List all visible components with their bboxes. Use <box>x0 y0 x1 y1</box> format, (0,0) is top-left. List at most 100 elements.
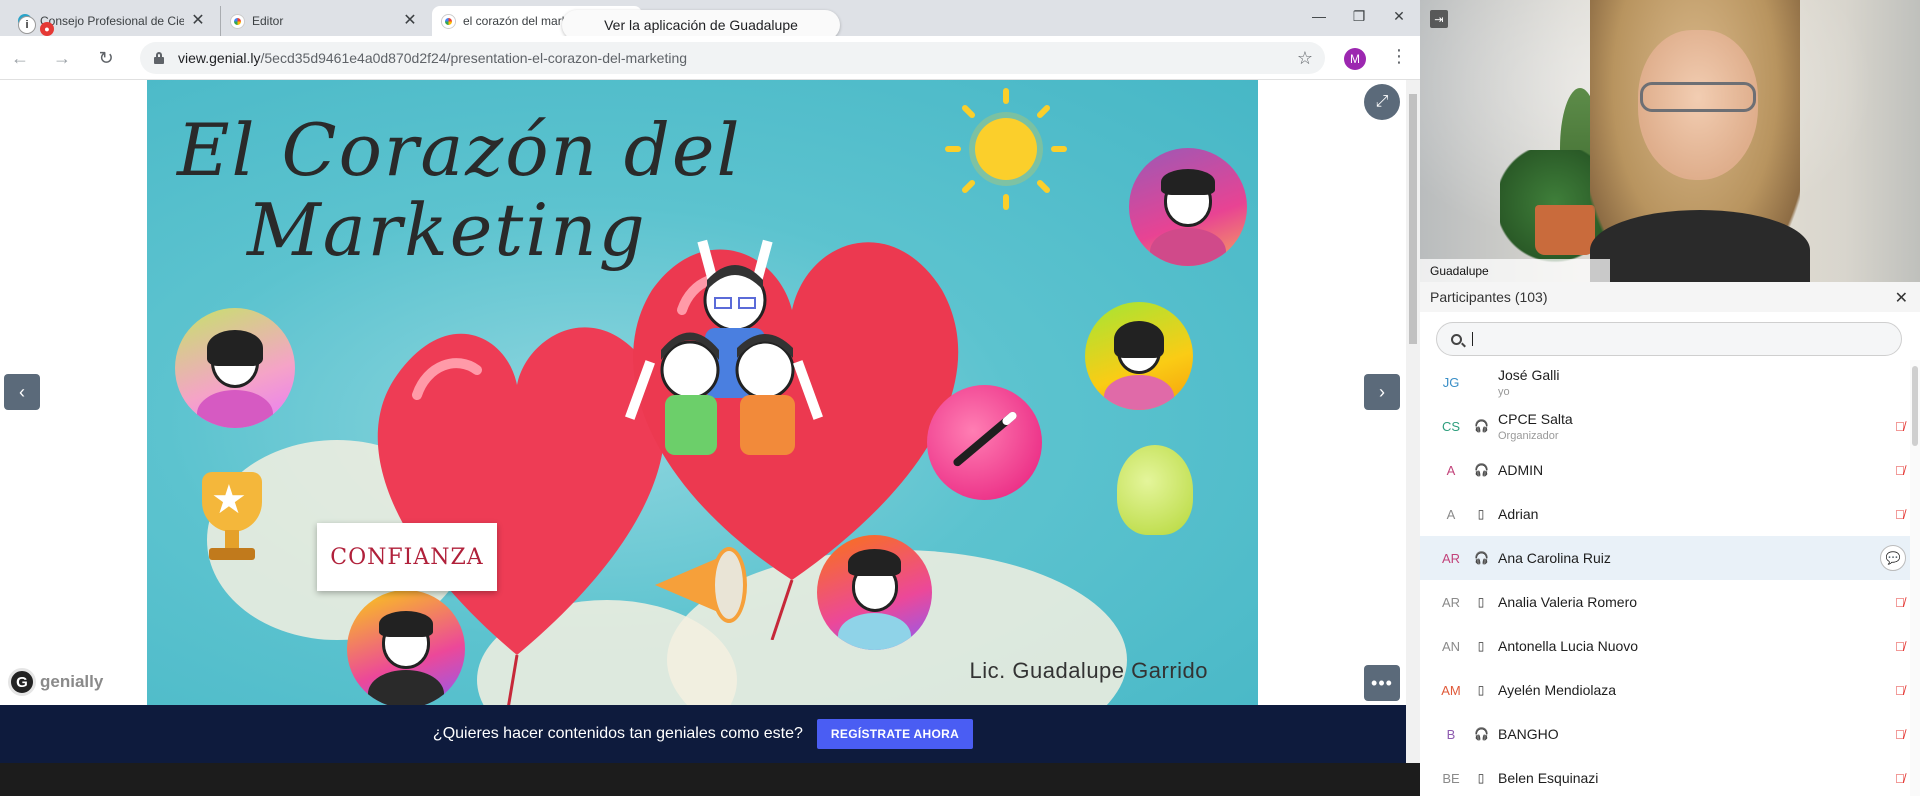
avatar-illustration <box>347 590 465 705</box>
megaphone-illustration <box>645 535 755 625</box>
profile-avatar[interactable]: M <box>1344 48 1366 70</box>
muted-mic-icon[interactable]: 🎙̸ <box>1895 771 1905 786</box>
browser-toolbar: ← → ↻ view.genial.ly/5ecd35d9461e4a0d870… <box>0 36 1420 80</box>
tab-title: Editor <box>252 14 284 28</box>
screen: Consejo Profesional de Ciencias ✕ Editor… <box>0 0 1920 796</box>
genially-logo[interactable]: G genially <box>8 668 103 696</box>
participant-row[interactable]: A ▯ Adrian 🎙̸ <box>1420 492 1910 536</box>
muted-mic-icon[interactable]: 🎙̸ <box>1895 727 1905 742</box>
participant-search-input[interactable] <box>1436 322 1902 356</box>
mobile-device-icon: ▯ <box>1477 595 1485 609</box>
search-icon <box>1451 333 1462 345</box>
back-button[interactable]: ← <box>6 44 34 72</box>
participant-name: Belen Esquinazi <box>1498 770 1599 786</box>
more-options-button[interactable]: ••• <box>1364 665 1400 701</box>
forward-button[interactable]: → <box>48 44 76 72</box>
participant-name: Ana Carolina Ruiz <box>1498 550 1611 566</box>
participant-name: Analia Valeria Romero <box>1498 594 1638 610</box>
url-host: view.genial.ly <box>178 50 261 66</box>
collapse-video-icon[interactable]: ⇥ <box>1430 10 1448 28</box>
register-button[interactable]: REGÍSTRATE AHORA <box>816 719 974 749</box>
chrome-favicon-icon <box>442 14 455 28</box>
participant-row[interactable]: AR ▯ Analia Valeria Romero 🎙̸ <box>1420 580 1910 624</box>
confianza-button[interactable]: CONFIANZA <box>317 523 497 591</box>
close-tab-icon[interactable]: ✕ <box>190 13 206 29</box>
mobile-device-icon: ▯ <box>1477 507 1485 521</box>
muted-mic-icon[interactable]: 🎙̸ <box>1895 419 1905 434</box>
participant-row[interactable]: B 🎧 BANGHO 🎙̸ <box>1420 712 1910 756</box>
slide-title-line-1: El Corazón del <box>177 108 742 192</box>
muted-mic-icon[interactable]: 🎙̸ <box>1895 683 1905 698</box>
headset-icon: 🎧 <box>1474 463 1489 477</box>
headset-icon: 🎧 <box>1474 419 1489 433</box>
browser-window: Consejo Profesional de Ciencias ✕ Editor… <box>0 0 1420 763</box>
participant-list-scrollbar[interactable] <box>1910 360 1920 796</box>
browser-menu-icon[interactable]: ⋮ <box>1390 46 1408 67</box>
participant-avatar: JG <box>1442 374 1460 390</box>
participant-row[interactable]: AM ▯ Ayelén Mendiolaza 🎙̸ <box>1420 668 1910 712</box>
participants-title: Participantes (103) <box>1430 289 1548 305</box>
address-bar[interactable]: view.genial.ly/5ecd35d9461e4a0d870d2f24/… <box>140 42 1325 74</box>
close-window-button[interactable]: ✕ <box>1382 4 1416 28</box>
share-indicator: i ● <box>18 16 54 36</box>
slide-title-line-2: Marketing <box>247 188 647 272</box>
mobile-device-icon: ▯ <box>1477 683 1485 697</box>
participant-avatar: AN <box>1441 638 1461 654</box>
fullscreen-button[interactable]: ⤢ <box>1364 84 1400 120</box>
participant-row[interactable]: BE ▯ Belen Esquinazi 🎙̸ <box>1420 756 1910 796</box>
participants-header: Participantes (103) ✕ <box>1420 282 1920 312</box>
participant-avatar: AR <box>1441 594 1461 610</box>
participant-avatar: AM <box>1441 682 1461 698</box>
reload-button[interactable]: ↻ <box>92 44 120 72</box>
close-tab-icon[interactable]: ✕ <box>402 13 418 29</box>
mobile-device-icon: ▯ <box>1477 771 1485 785</box>
scrollbar-thumb[interactable] <box>1912 366 1918 446</box>
genially-wordmark: genially <box>40 672 104 691</box>
minimize-button[interactable]: — <box>1302 4 1336 28</box>
headset-icon: 🎧 <box>1474 551 1489 565</box>
tab-editor[interactable]: Editor ✕ <box>220 6 428 36</box>
bookmark-star-icon[interactable]: ☆ <box>1297 48 1313 69</box>
lock-icon[interactable] <box>154 52 164 64</box>
participant-row[interactable]: AN ▯ Antonella Lucia Nuovo 🎙̸ <box>1420 624 1910 668</box>
genially-mark-icon: G <box>8 668 36 696</box>
previous-slide-button[interactable]: ‹ <box>4 374 40 410</box>
sun-illustration <box>975 118 1037 180</box>
meeting-panel: ⇥ Guadalupe Participantes (103) ✕ JG José… <box>1420 0 1920 796</box>
promo-bar: ¿Quieres hacer contenidos tan geniales c… <box>0 705 1406 763</box>
participant-name: Antonella Lucia Nuovo <box>1498 638 1639 654</box>
participant-avatar: A <box>1446 462 1456 478</box>
slide-title: El Corazón del Marketing <box>177 110 797 270</box>
participant-row[interactable]: A 🎧 ADMIN 🎙̸ <box>1420 448 1910 492</box>
participant-avatar: A <box>1446 506 1456 522</box>
next-slide-button[interactable]: › <box>1364 374 1400 410</box>
maximize-button[interactable]: ❐ <box>1342 4 1376 28</box>
close-participants-button[interactable]: ✕ <box>1895 288 1908 308</box>
chrome-favicon-icon <box>231 14 244 28</box>
chat-icon[interactable]: 💬 <box>1880 545 1906 571</box>
participant-row[interactable]: AR 🎧 Ana Carolina Ruiz 💬 <box>1420 536 1910 580</box>
scrollbar-thumb[interactable] <box>1409 94 1417 344</box>
headset-icon: 🎧 <box>1474 727 1489 741</box>
info-icon[interactable]: i <box>18 16 36 34</box>
muted-mic-icon[interactable]: 🎙̸ <box>1895 595 1905 610</box>
participant-avatar: CS <box>1441 418 1461 434</box>
participant-list: JG José Galli yo CS 🎧 CPCE Salta Organizador 🎙̸… <box>1420 360 1920 796</box>
url-path: /5ecd35d9461e4a0d870d2f24/presentation-e… <box>260 50 688 66</box>
muted-mic-icon[interactable]: 🎙̸ <box>1895 463 1905 478</box>
participant-avatar: AR <box>1441 550 1461 566</box>
page-scrollbar[interactable] <box>1406 80 1420 763</box>
participant-avatar: B <box>1446 726 1456 742</box>
muted-mic-icon[interactable]: 🎙̸ <box>1895 507 1905 522</box>
avatar-illustration <box>175 308 295 428</box>
participant-name: BANGHO <box>1498 726 1559 742</box>
text-caret <box>1472 332 1473 346</box>
participant-name: CPCE Salta <box>1498 411 1573 427</box>
participant-role: yo <box>1498 386 1510 398</box>
mobile-device-icon: ▯ <box>1477 639 1485 653</box>
slide-author: Lic. Guadalupe Garrido <box>969 658 1208 683</box>
muted-mic-icon[interactable]: 🎙̸ <box>1895 639 1905 654</box>
participant-row[interactable]: CS 🎧 CPCE Salta Organizador 🎙̸ <box>1420 404 1910 448</box>
participant-row[interactable]: JG José Galli yo <box>1420 360 1910 404</box>
speaker-name-label: Guadalupe <box>1420 259 1610 282</box>
